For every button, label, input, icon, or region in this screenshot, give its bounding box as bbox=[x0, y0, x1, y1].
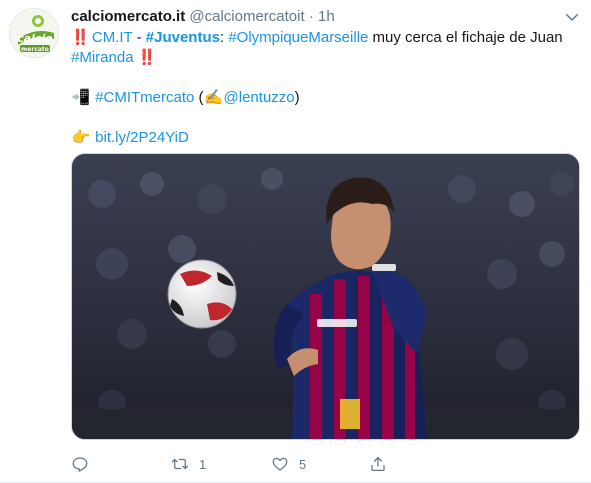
timestamp[interactable]: 1h bbox=[318, 8, 335, 25]
football-player-photo bbox=[72, 154, 579, 439]
dash-text: - bbox=[132, 29, 146, 46]
like-icon bbox=[272, 457, 288, 471]
mention-lentuzzo[interactable]: @lentuzzo bbox=[224, 89, 295, 106]
double-exclamation-emoji: ‼️ bbox=[137, 49, 157, 66]
tweet-card[interactable]: calcio mercato calciomercato.it @calciom… bbox=[0, 0, 591, 483]
hashtag-miranda[interactable]: #Miranda bbox=[71, 49, 134, 66]
tweet-line-4: 👉 bit.ly/2P24YiD bbox=[71, 128, 581, 148]
retweet-count: 1 bbox=[199, 456, 207, 472]
header-separator: · bbox=[308, 8, 314, 25]
tweet-line-1: ‼️ CM.IT - #Juventus: #OlympiqueMarseill… bbox=[71, 28, 581, 48]
calciomercato-logo-icon: calcio mercato bbox=[10, 9, 58, 57]
short-url-link[interactable]: bit.ly/2P24YiD bbox=[95, 129, 189, 146]
user-handle[interactable]: @calciomercatoit bbox=[189, 8, 304, 25]
tweet-photo[interactable] bbox=[71, 153, 580, 440]
svg-text:mercato: mercato bbox=[21, 46, 49, 53]
tweet-text: ‼️ CM.IT - #Juventus: #OlympiqueMarseill… bbox=[71, 28, 581, 148]
like-count: 5 bbox=[299, 456, 307, 472]
svg-text:calcio: calcio bbox=[17, 32, 53, 45]
avatar[interactable]: calcio mercato bbox=[9, 8, 59, 58]
tweet-actions: 1 5 bbox=[71, 452, 471, 476]
paren-close-text: ) bbox=[294, 89, 300, 106]
retweet-icon bbox=[171, 458, 189, 470]
tweet-line-2: #Miranda ‼️ bbox=[71, 48, 581, 68]
tweet-header: calciomercato.it @calciomercatoit · 1h bbox=[71, 6, 581, 28]
cmit-link[interactable]: CM.IT bbox=[92, 29, 133, 46]
share-icon bbox=[371, 456, 385, 472]
tweet-line-3: 📲 #CMITmercato (✍️@lentuzzo) bbox=[71, 88, 581, 108]
hashtag-juventus[interactable]: #Juventus bbox=[146, 29, 220, 46]
share-button[interactable] bbox=[369, 452, 387, 476]
pointing-hand-emoji: 👉 bbox=[71, 129, 91, 146]
tweet-body-text: muy cerca el fichaje de Juan bbox=[368, 29, 563, 46]
writing-hand-emoji: ✍️ bbox=[204, 89, 223, 106]
chevron-down-icon[interactable] bbox=[563, 8, 581, 26]
hashtag-olympiquemarseille[interactable]: #OlympiqueMarseille bbox=[228, 29, 368, 46]
double-exclamation-emoji: ‼️ bbox=[71, 29, 90, 46]
hashtag-cmitmercato[interactable]: #CMITmercato bbox=[95, 89, 194, 106]
like-button[interactable]: 5 bbox=[271, 452, 306, 476]
reply-button[interactable] bbox=[71, 452, 99, 476]
retweet-button[interactable]: 1 bbox=[171, 452, 206, 476]
mobile-arrow-emoji: 📲 bbox=[71, 89, 91, 106]
display-name[interactable]: calciomercato.it bbox=[71, 8, 185, 25]
reply-icon bbox=[72, 457, 88, 472]
paren-open-text: ( bbox=[194, 89, 204, 106]
tweet-content: calciomercato.it @calciomercatoit · 1h ‼… bbox=[71, 6, 581, 148]
